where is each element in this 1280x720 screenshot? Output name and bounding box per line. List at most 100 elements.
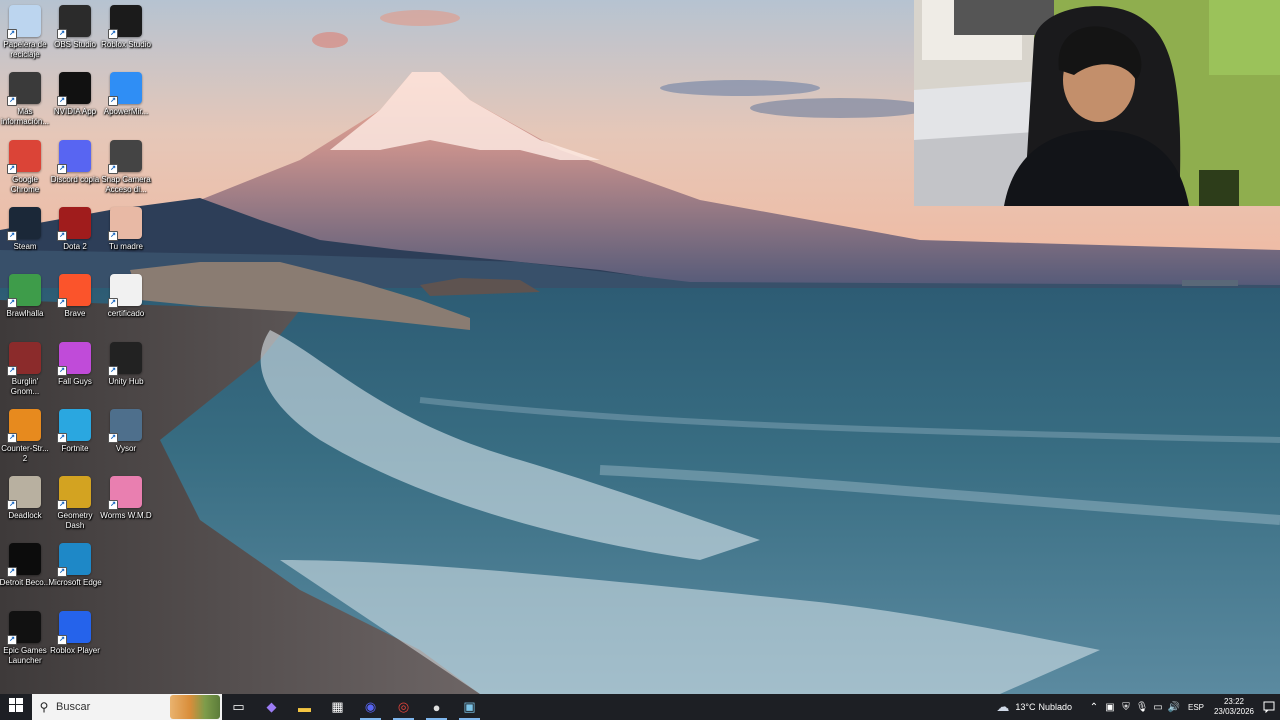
chrome-icon: ↗	[7, 139, 41, 174]
security-icon[interactable]: ⛨	[1118, 694, 1134, 720]
start-button[interactable]	[0, 694, 32, 720]
network-icon[interactable]: ▭	[1150, 694, 1166, 720]
language-indicator[interactable]: ESP	[1182, 694, 1210, 720]
nvidia-icon: ↗	[57, 72, 91, 107]
desktop-icon-label: Detroit Beco...	[0, 578, 51, 588]
desktop-icon-label: Steam	[13, 241, 37, 251]
desktop-icon-label: Roblox Player	[50, 645, 100, 655]
desktop-icon[interactable]: ↗ Google Chrome	[0, 139, 50, 195]
desktop-icon-label: Unity Hub	[108, 376, 144, 386]
system-tray: ☁ 13°C Nublado ⌃ ▣ ⛨ 🎙 ▭ 🔊 ESP 23:22 23/…	[996, 694, 1280, 720]
shortcut-arrow-icon: ↗	[108, 163, 118, 174]
webcam-overlay	[914, 0, 1280, 206]
shortcut-arrow-icon: ↗	[7, 365, 17, 376]
counter-strike-icon: ↗	[7, 408, 41, 443]
vysor-icon: ↗	[108, 408, 142, 443]
taskbar-chrome[interactable]: ◎	[387, 694, 420, 720]
taskbar-photos[interactable]: ▣	[453, 694, 486, 720]
geometry-dash-icon: ↗	[57, 476, 91, 511]
desktop-icon[interactable]: ↗ Fortnite	[50, 408, 100, 454]
desktop-icon[interactable]: ↗ certificado	[101, 274, 151, 319]
shortcut-arrow-icon: ↗	[108, 432, 118, 443]
shortcut-arrow-icon: ↗	[57, 500, 67, 511]
weather-widget[interactable]: ☁ 13°C Nublado	[996, 699, 1072, 715]
shortcut-arrow-icon: ↗	[7, 567, 17, 578]
app-tray-icon[interactable]: ▣	[1102, 694, 1118, 720]
desktop-icon[interactable]: ↗ Microsoft Edge	[48, 543, 102, 588]
shortcut-arrow-icon: ↗	[7, 634, 17, 645]
desktop-icon[interactable]: ↗ Dota 2	[50, 206, 100, 252]
taskbar-copilot[interactable]: ◆	[255, 694, 288, 720]
desktop-icon[interactable]: ↗ Epic Games Launcher	[0, 610, 50, 666]
clock-date: 23/03/2026	[1213, 707, 1255, 716]
desktop-icon[interactable]: ↗ Roblox Studio	[101, 5, 151, 50]
weather-condition: Nublado	[1038, 702, 1072, 712]
desktop-icon[interactable]: ↗ NVIDIA App	[50, 72, 100, 117]
desktop-icon-label: Fortnite	[61, 443, 89, 453]
taskbar-obs-studio[interactable]: ●	[420, 694, 453, 720]
desktop-icon[interactable]: ↗ Deadlock	[0, 476, 50, 521]
search-icon: ⚲	[39, 700, 49, 714]
desktop-icon-label: Google Chrome	[10, 174, 40, 194]
clock-time: 23:22	[1223, 697, 1245, 706]
desktop-icon[interactable]: ↗ Detroit Beco...	[0, 543, 50, 588]
shortcut-arrow-icon: ↗	[57, 432, 67, 443]
desktop-icon-label: Roblox Studio	[101, 40, 151, 49]
shortcut-arrow-icon: ↗	[7, 432, 17, 443]
worms-icon: ↗	[108, 476, 142, 511]
shortcut-arrow-icon: ↗	[57, 634, 67, 645]
shortcut-arrow-icon: ↗	[108, 365, 118, 376]
obs-icon: ↗	[57, 5, 91, 39]
discord-icon: ◉	[364, 699, 377, 714]
shortcut-arrow-icon: ↗	[108, 298, 118, 309]
desktop-icon[interactable]: ↗ Brave	[50, 274, 100, 319]
desktop-icon[interactable]: ↗ Geometry Dash	[50, 476, 100, 531]
taskbar-file-explorer[interactable]: ▬	[288, 694, 321, 720]
desktop-icon[interactable]: ↗ Más información...	[0, 72, 50, 127]
desktop-icon[interactable]: ↗ Vysor	[101, 408, 151, 454]
dota-icon: ↗	[57, 206, 91, 241]
recycle-bin-icon: ↗	[7, 5, 41, 39]
desktop-icon[interactable]: ↗ Unity Hub	[101, 341, 151, 387]
desktop-icon-label: Microsoft Edge	[48, 578, 102, 588]
brave-icon: ↗	[57, 274, 91, 309]
desktop-icon-label: Burglin' Gnom...	[10, 376, 40, 396]
obs-icon: ●	[432, 699, 441, 715]
chrome-icon: ◎	[397, 699, 410, 714]
shortcut-arrow-icon: ↗	[108, 500, 118, 511]
epic-games-icon: ↗	[7, 610, 41, 645]
taskbar-task-view[interactable]: ▭	[222, 694, 255, 720]
desktop-icon[interactable]: ↗ Steam	[0, 206, 50, 252]
chevron-up-icon[interactable]: ⌃	[1086, 694, 1102, 720]
desktop-icon[interactable]: ↗ Burglin' Gnom...	[0, 341, 50, 397]
desktop-icon[interactable]: ↗ ApowerMir...	[101, 72, 151, 117]
desktop-icon-label: Brawlhalla	[6, 309, 44, 319]
folder-icon: ▬	[298, 699, 311, 715]
brawlhalla-icon: ↗	[7, 274, 41, 309]
roblox-icon: ↗	[57, 610, 91, 645]
desktop-icon[interactable]: ↗ Discord copia	[50, 139, 100, 185]
desktop-icon[interactable]: ↗ Papelera de reciclaje	[0, 5, 50, 60]
notification-icon[interactable]	[1258, 694, 1280, 720]
desktop-icon[interactable]: ↗ Snap Camera Acceso di...	[101, 139, 151, 195]
desktop-icon-label: Tu madre	[109, 241, 143, 251]
desktop-icon[interactable]: ↗ Fall Guys	[50, 341, 100, 387]
deadlock-icon: ↗	[7, 476, 41, 511]
desktop-icon[interactable]: ↗ Roblox Player	[50, 610, 100, 656]
search-box[interactable]: ⚲ Buscar	[32, 694, 222, 720]
clock[interactable]: 23:22 23/03/2026	[1210, 697, 1258, 717]
taskbar-pinned-apps: ▭ ◆ ▬ ▦ ◉ ◎ ● ▣	[222, 694, 486, 720]
taskbar-discord[interactable]: ◉	[354, 694, 387, 720]
microphone-icon[interactable]: 🎙	[1134, 694, 1150, 720]
unity-icon: ↗	[108, 341, 142, 376]
desktop-icon-label: Dota 2	[63, 241, 87, 251]
taskbar-microsoft-store[interactable]: ▦	[321, 694, 354, 720]
desktop-icon[interactable]: ↗ Counter-Str... 2	[0, 408, 50, 464]
desktop-icon[interactable]: ↗ OBS Studio	[50, 5, 100, 50]
desktop-icon[interactable]: ↗ Worms W.M.D	[100, 476, 152, 521]
desktop-icon[interactable]: ↗ Tu madre	[101, 206, 151, 252]
shortcut-arrow-icon: ↗	[108, 96, 118, 107]
volume-icon[interactable]: 🔊	[1166, 694, 1182, 720]
desktop-icon[interactable]: ↗ Brawlhalla	[0, 274, 50, 319]
desktop-icon-label: ApowerMir...	[103, 107, 149, 117]
